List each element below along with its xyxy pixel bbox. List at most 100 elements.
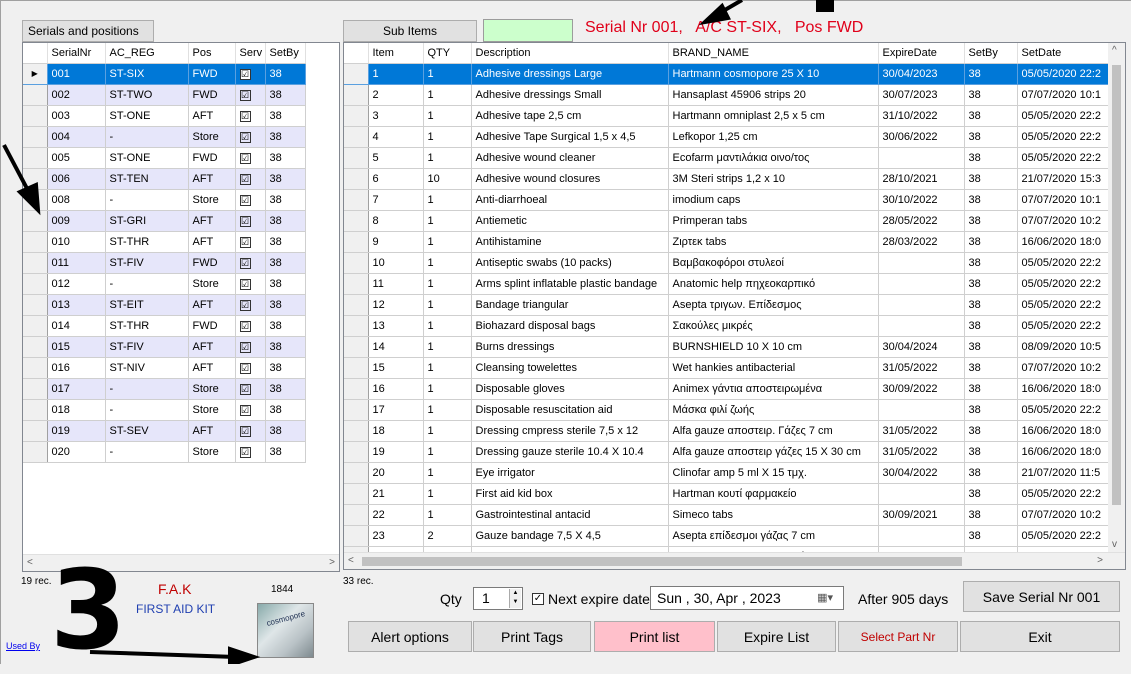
table-cell[interactable]: ☑ [235, 210, 266, 232]
table-cell[interactable]: ☑ [235, 315, 266, 337]
vertical-scroll-thumb[interactable] [1112, 65, 1121, 505]
table-cell[interactable]: AFT [188, 336, 236, 358]
used-by-link[interactable]: Used By [6, 641, 40, 651]
sub-items-vertical-scrollbar[interactable]: ^ v [1108, 43, 1125, 552]
table-row[interactable]: 6 10 Adhesive wound closures 3M Steri strip… [344, 168, 1111, 190]
table-cell[interactable]: 19 [368, 441, 424, 463]
row-header[interactable] [23, 420, 48, 442]
table-cell[interactable]: ☑ [235, 252, 266, 274]
table-cell[interactable]: 22 [368, 504, 424, 526]
row-header[interactable] [23, 315, 48, 337]
exit-button[interactable]: Exit [960, 621, 1120, 652]
row-header[interactable] [344, 189, 369, 211]
table-row[interactable]: 21 1 First aid kid box Hartman κουτί φαρμακ… [344, 483, 1111, 505]
row-header[interactable] [344, 378, 369, 400]
table-cell[interactable]: First aid kid box [471, 483, 669, 505]
table-cell[interactable]: 1 [423, 84, 472, 106]
table-cell[interactable]: ☑ [235, 147, 266, 169]
table-cell[interactable]: BURNSHIELD 10 X 10 cm [668, 336, 879, 358]
table-cell[interactable]: 30/10/2022 [878, 189, 965, 211]
row-header[interactable] [23, 168, 48, 190]
table-cell[interactable]: - [105, 273, 189, 295]
table-row[interactable]: 008- Store ☑ 38 [23, 189, 306, 211]
table-cell[interactable] [878, 252, 965, 274]
column-header[interactable]: ExpireDate [878, 43, 965, 64]
column-header[interactable]: Pos [188, 43, 236, 64]
table-row[interactable]: 014 ST-THR FWD ☑ 38 [23, 315, 306, 337]
table-cell[interactable]: ☑ [235, 84, 266, 106]
table-cell[interactable]: 05/05/2020 22:2 [1017, 294, 1111, 316]
table-cell[interactable]: Ecofarm μαντιλάκια οινο/τος [668, 147, 879, 169]
table-cell[interactable]: - [105, 189, 189, 211]
table-cell[interactable]: Adhesive dressings Large [471, 63, 669, 85]
table-cell[interactable]: 28/05/2022 [878, 210, 965, 232]
table-row[interactable]: 012- Store ☑ 38 [23, 273, 306, 295]
table-cell[interactable]: 38 [964, 483, 1018, 505]
table-cell[interactable]: 38 [265, 399, 306, 421]
table-cell[interactable]: 001 [47, 63, 106, 85]
table-cell[interactable]: 14 [368, 336, 424, 358]
checkbox-icon[interactable]: ✓ [532, 593, 544, 605]
table-cell[interactable]: 05/05/2020 22:2 [1017, 63, 1111, 85]
table-row[interactable]: 19 1 Dressing gauze sterile 10.4 X 10.4 Alf… [344, 441, 1111, 463]
table-cell[interactable]: AFT [188, 210, 236, 232]
table-cell[interactable]: Adhesive dressings Small [471, 84, 669, 106]
table-cell[interactable]: 1 [423, 357, 472, 379]
table-cell[interactable]: 31/10/2022 [878, 105, 965, 127]
table-cell[interactable]: 38 [265, 210, 306, 232]
table-cell[interactable]: AFT [188, 357, 236, 379]
table-cell[interactable]: 004 [47, 126, 106, 148]
table-cell[interactable]: 38 [964, 294, 1018, 316]
table-cell[interactable]: 05/05/2020 22:2 [1017, 105, 1111, 127]
table-cell[interactable]: 18 [368, 420, 424, 442]
row-header[interactable] [23, 378, 48, 400]
row-header[interactable] [344, 462, 369, 484]
table-cell[interactable]: Bandage triangular [471, 294, 669, 316]
table-cell[interactable]: Anatomic help πηχεοκαρπικό [668, 273, 879, 295]
table-cell[interactable]: 16/06/2020 18:0 [1017, 378, 1111, 400]
row-header[interactable] [344, 336, 369, 358]
table-cell[interactable]: Animex γάντια αποστειρωμένα [668, 378, 879, 400]
table-cell[interactable]: 38 [265, 378, 306, 400]
checkbox-icon[interactable]: ☑ [239, 383, 251, 395]
table-cell[interactable]: ☑ [235, 399, 266, 421]
table-row[interactable]: 003 ST-ONE AFT ☑ 38 [23, 105, 306, 127]
table-cell[interactable]: 38 [265, 84, 306, 106]
serials-grid[interactable]: SerialNr AC_REG Pos Serv SetBy ▶ 001 ST-SIX FWD… [22, 42, 340, 572]
qty-stepper[interactable]: 1 ▲ ▼ [473, 587, 523, 610]
table-cell[interactable]: 1 [423, 189, 472, 211]
table-cell[interactable]: ☑ [235, 189, 266, 211]
table-cell[interactable]: 2 [423, 525, 472, 547]
table-cell[interactable] [878, 294, 965, 316]
table-cell[interactable]: 011 [47, 252, 106, 274]
table-cell[interactable]: 2 [368, 84, 424, 106]
table-row[interactable]: 3 1 Adhesive tape 2,5 cm Hartmann omniplast… [344, 105, 1111, 127]
column-header[interactable]: AC_REG [105, 43, 189, 64]
table-cell[interactable]: Anti-diarrhoeal [471, 189, 669, 211]
table-cell[interactable]: 05/05/2020 22:2 [1017, 525, 1111, 547]
table-cell[interactable]: 8 [368, 210, 424, 232]
table-cell[interactable]: ☑ [235, 336, 266, 358]
table-cell[interactable]: imodium caps [668, 189, 879, 211]
checkbox-icon[interactable]: ☑ [239, 68, 251, 80]
table-cell[interactable]: 1 [423, 504, 472, 526]
table-cell[interactable]: Dressing gauze sterile 10.4 X 10.4 [471, 441, 669, 463]
table-cell[interactable]: ☑ [235, 420, 266, 442]
table-cell[interactable]: Lefkopor 1,25 cm [668, 126, 879, 148]
table-cell[interactable]: 1 [423, 147, 472, 169]
table-cell[interactable]: 38 [265, 189, 306, 211]
table-cell[interactable]: Biohazard disposal bags [471, 315, 669, 337]
table-cell[interactable]: Adhesive wound cleaner [471, 147, 669, 169]
table-cell[interactable]: Antiemetic [471, 210, 669, 232]
row-header[interactable] [344, 252, 369, 274]
table-cell[interactable]: 21/07/2020 15:3 [1017, 168, 1111, 190]
table-cell[interactable]: 38 [265, 357, 306, 379]
table-cell[interactable]: 3 [368, 105, 424, 127]
table-cell[interactable]: 38 [265, 231, 306, 253]
table-cell[interactable]: 38 [964, 189, 1018, 211]
table-cell[interactable]: 21/07/2020 11:5 [1017, 462, 1111, 484]
table-row[interactable]: 006 ST-TEN AFT ☑ 38 [23, 168, 306, 190]
table-row[interactable]: 002 ST-TWO FWD ☑ 38 [23, 84, 306, 106]
checkbox-icon[interactable]: ☑ [239, 131, 251, 143]
table-cell[interactable] [878, 315, 965, 337]
